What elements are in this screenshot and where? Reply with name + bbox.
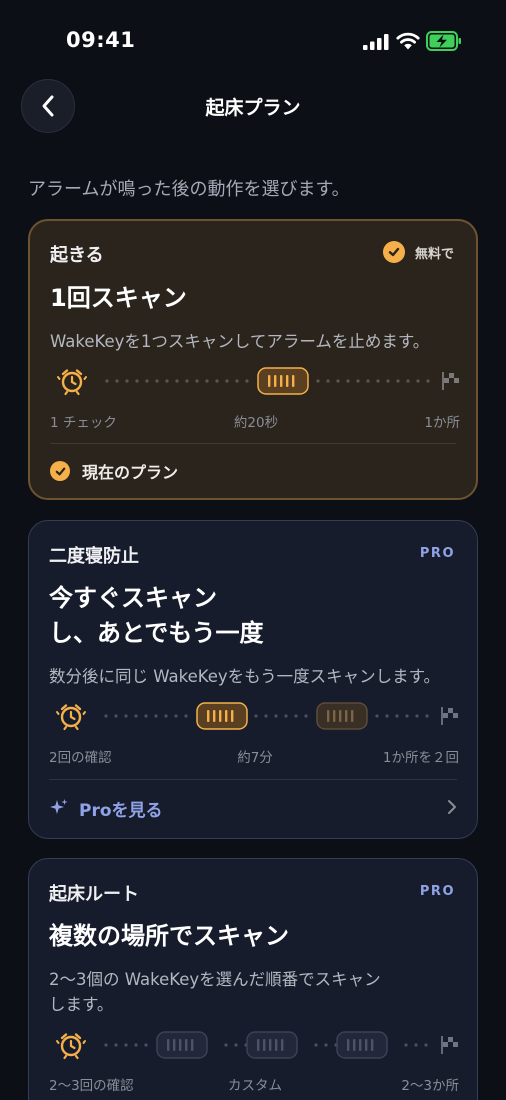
wakekey-icon	[257, 367, 309, 395]
page-title: 起床プラン	[205, 97, 301, 119]
wakekey-slot-icon	[156, 1031, 208, 1059]
wakekey-slot-icon	[246, 1031, 298, 1059]
timeline-label-duration: 約7分	[237, 750, 273, 766]
see-pro-link[interactable]: Proを見る	[49, 793, 457, 823]
timeline-label-checks: 2回の確認	[49, 750, 112, 766]
divider	[49, 779, 457, 780]
plan-label: 起きる	[50, 245, 104, 266]
screen: 09:41 起床プラン アラームが鳴った後の動作を選びます。 起きる 無料で 1…	[0, 0, 506, 1100]
timeline-labels: 2～3回の確認 カスタム 2～3か所	[49, 1074, 461, 1094]
wakekey-repeat-icon	[316, 702, 368, 730]
current-plan-label: 現在のプラン	[82, 463, 179, 482]
timeline-label-duration: 約20秒	[233, 415, 279, 431]
cellular-signal-icon	[363, 34, 389, 50]
timeline-label-duration: カスタム	[228, 1078, 282, 1094]
plan-card-single-scan[interactable]: 起きる 無料で 1回スキャン WakeKeyを1つスキャンしてアラームを止めます…	[28, 219, 478, 500]
plan-label: 起床ルート	[49, 884, 139, 905]
battery-charging-icon	[426, 31, 461, 51]
timeline-labels: 2回の確認 約7分 1か所を２回	[49, 746, 461, 766]
plan-title-line2: し、あとでもう一度	[49, 619, 264, 647]
alarm-clock-icon	[56, 704, 86, 731]
plan-timeline	[49, 699, 461, 733]
free-badge: 無料で	[382, 241, 454, 263]
plan-description: WakeKeyを1つスキャンしてアラームを止めます。	[50, 332, 430, 351]
timeline-labels: 1 チェック 約20秒 1か所	[50, 411, 462, 431]
sparkle-icon	[50, 799, 68, 814]
wakekey-slot-icon	[336, 1031, 388, 1059]
alarm-clock-icon	[57, 369, 87, 396]
current-plan-indicator: 現在のプラン	[50, 459, 178, 483]
timeline-label-checks: 1 チェック	[50, 415, 117, 431]
alarm-clock-icon	[56, 1033, 86, 1060]
timeline-label-locations: 2～3か所	[401, 1078, 459, 1094]
see-pro-label: Proを見る	[79, 800, 163, 821]
plan-timeline	[49, 1028, 461, 1062]
plan-label: 二度寝防止	[49, 546, 139, 567]
plan-description-line1: 2～3個の WakeKeyを選んだ順番でスキャン	[49, 970, 381, 989]
timeline-label-checks: 2～3回の確認	[49, 1078, 134, 1094]
intro-text: アラームが鳴った後の動作を選びます。	[28, 179, 350, 200]
finish-flag-icon	[442, 372, 459, 390]
wifi-icon	[396, 32, 420, 50]
timeline-label-locations: 1か所	[424, 415, 460, 431]
wakekey-icon	[196, 702, 248, 730]
plan-card-wake-route[interactable]: 起床ルート PRO 複数の場所でスキャン 2～3個の WakeKeyを選んだ順番…	[28, 858, 478, 1100]
timeline-dots	[104, 714, 429, 718]
plan-title-line1: 今すぐスキャン	[49, 584, 217, 612]
plan-timeline	[50, 364, 462, 398]
chevron-right-icon	[448, 800, 456, 814]
status-time: 09:41	[66, 28, 136, 52]
divider	[50, 443, 456, 444]
free-badge-label: 無料で	[414, 246, 454, 262]
finish-flag-icon	[441, 1036, 458, 1054]
finish-flag-icon	[441, 707, 458, 725]
plan-description: 数分後に同じ WakeKeyをもう一度スキャンします。	[49, 667, 441, 686]
timeline-label-locations: 1か所を２回	[382, 750, 459, 766]
plan-description-line2: します。	[49, 995, 114, 1014]
plan-card-snooze-prevention[interactable]: 二度寝防止 PRO 今すぐスキャン し、あとでもう一度 数分後に同じ WakeK…	[28, 520, 478, 839]
pro-badge: PRO	[419, 884, 455, 899]
checkmark-icon	[382, 241, 405, 263]
checkmark-icon	[50, 461, 70, 481]
plan-title: 複数の場所でスキャン	[49, 922, 289, 950]
plan-title: 1回スキャン	[50, 284, 187, 312]
pro-badge: PRO	[419, 546, 455, 561]
status-bar: 09:41	[0, 0, 506, 80]
